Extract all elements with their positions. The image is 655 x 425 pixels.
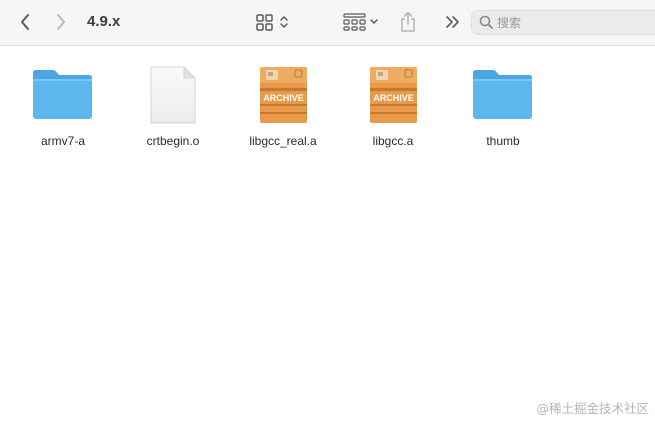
archive-icon: ARCHIVE (370, 67, 417, 123)
file-item-crtbegin-o[interactable]: crtbegin.o (123, 61, 223, 161)
share-icon (401, 11, 415, 32)
more-chevrons-icon (446, 16, 459, 28)
file-item-thumb[interactable]: thumb (453, 61, 553, 161)
file-name: libgcc_real.a (249, 134, 317, 148)
search-field[interactable] (471, 10, 655, 35)
finder-window: 4.9.x 搜索 armv7-a crtbegin.o ARCHIVE libg… (0, 0, 655, 425)
file-name: libgcc.a (372, 134, 414, 148)
file-item-libgcc-a[interactable]: ARCHIVE libgcc.a (343, 61, 443, 161)
share-button[interactable] (396, 9, 420, 35)
more-toolbar-button[interactable] (442, 9, 464, 35)
back-button[interactable] (14, 9, 36, 35)
archive-badge: ARCHIVE (373, 93, 414, 103)
file-item-armv7-a[interactable]: armv7-a (13, 61, 113, 161)
file-icon-view: armv7-a crtbegin.o ARCHIVE libgcc_real.a… (0, 47, 655, 425)
chevron-left-icon (21, 14, 29, 30)
view-mode-button[interactable] (252, 9, 292, 35)
toolbar: 4.9.x (0, 0, 655, 46)
group-by-button[interactable] (340, 9, 382, 35)
chevron-right-icon (57, 14, 65, 30)
grid-view-icon (256, 14, 288, 31)
archive-badge: ARCHIVE (263, 93, 304, 103)
folder-icon (473, 70, 532, 119)
forward-button[interactable] (50, 9, 72, 35)
file-name: thumb (486, 134, 520, 148)
window-title: 4.9.x (87, 13, 121, 30)
archive-icon: ARCHIVE (260, 67, 307, 123)
file-name: armv7-a (40, 134, 85, 148)
file-name: crtbegin.o (146, 134, 200, 148)
search-icon (479, 15, 493, 29)
folder-icon (33, 70, 92, 119)
document-icon (150, 66, 196, 124)
watermark: @稀土掘金技术社区 (536, 401, 649, 416)
group-by-icon (343, 13, 378, 31)
search-input[interactable] (497, 14, 647, 32)
file-item-libgcc-real-a[interactable]: ARCHIVE libgcc_real.a (233, 61, 333, 161)
